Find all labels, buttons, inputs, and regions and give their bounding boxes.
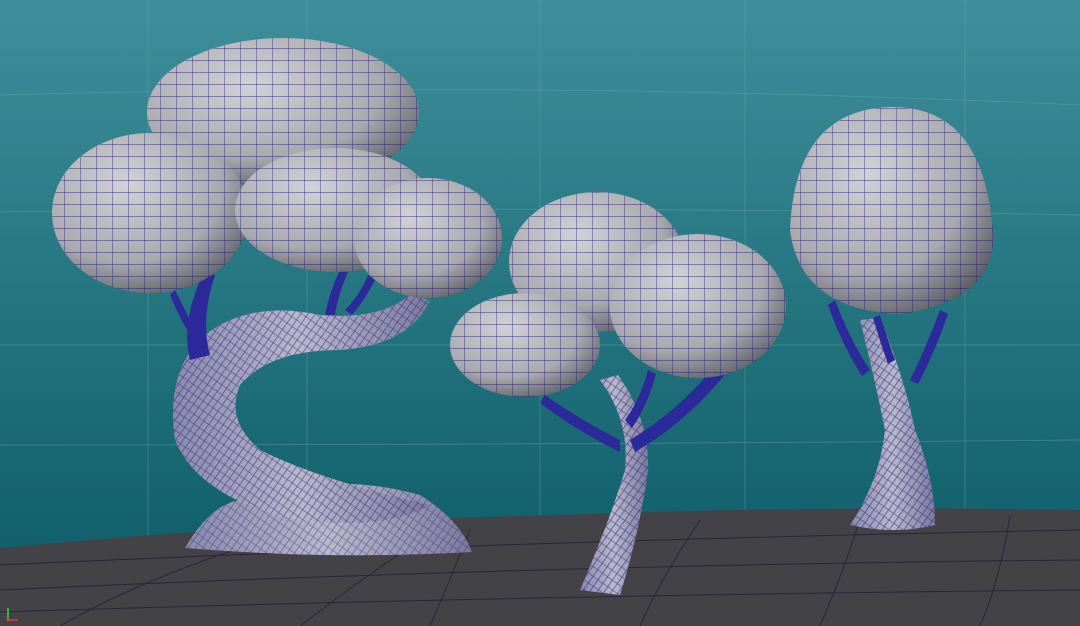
scene-canvas[interactable]	[0, 0, 1080, 626]
axis-gizmo-icon	[6, 608, 18, 622]
3d-viewport[interactable]	[0, 0, 1080, 626]
